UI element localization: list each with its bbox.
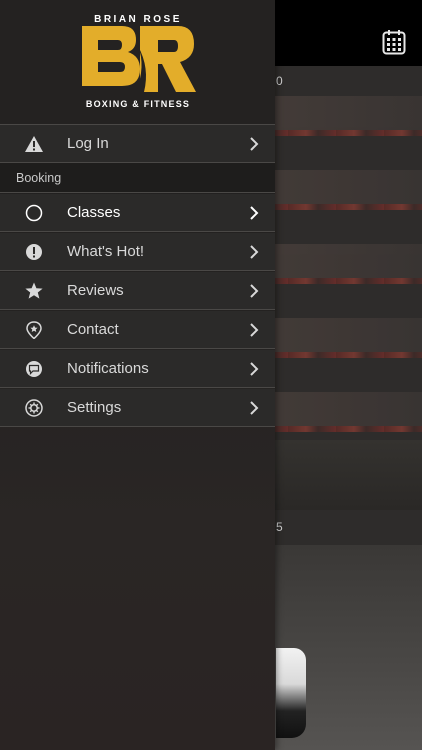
brand-name-bottom: BOXING & FITNESS [85, 99, 191, 109]
chevron-right-icon [250, 284, 259, 298]
brand-name-top: BRIAN ROSE [94, 14, 182, 25]
brand-logo[interactable]: BRIAN ROSE BOXING & FITNESS [78, 14, 198, 114]
star-icon [25, 282, 43, 299]
menu-item-whats-hot[interactable]: What's Hot! [0, 233, 275, 271]
menu-item-login[interactable]: Log In [0, 125, 275, 163]
menu-item-notifications-label: Notifications [67, 360, 149, 377]
chevron-right-icon [250, 245, 259, 259]
main-date-label-1: 0 [276, 74, 283, 88]
chevron-right-icon [250, 137, 259, 151]
chevron-right-icon [250, 362, 259, 376]
chevron-right-icon [250, 401, 259, 415]
menu-item-reviews[interactable]: Reviews [0, 272, 275, 310]
menu-item-whats-hot-label: What's Hot! [67, 243, 145, 260]
section-header-booking: Booking [0, 163, 275, 193]
chevron-right-icon [250, 206, 259, 220]
chevron-right-icon [250, 323, 259, 337]
shoe-image [276, 648, 306, 738]
side-drawer: BRIAN ROSE BOXING & FITNESS Log In Booki… [0, 0, 275, 750]
menu-item-contact[interactable]: Contact [0, 311, 275, 349]
gear-icon [25, 399, 43, 417]
location-pin-icon [26, 321, 42, 339]
main-date-label-2: 5 [276, 520, 283, 534]
menu-item-classes[interactable]: Classes [0, 194, 275, 232]
exclamation-circle-icon [26, 244, 42, 260]
warning-icon [25, 136, 43, 152]
menu-item-contact-label: Contact [67, 321, 119, 338]
menu-item-settings-label: Settings [67, 399, 122, 416]
menu-item-settings[interactable]: Settings [0, 389, 275, 427]
calendar-icon[interactable] [382, 29, 406, 55]
circle-icon [25, 204, 43, 222]
menu-item-reviews-label: Reviews [67, 282, 124, 299]
br-monogram-logo [82, 26, 196, 92]
section-header-label: Booking [16, 171, 62, 185]
menu-item-classes-label: Classes [67, 204, 121, 221]
drawer-header: BRIAN ROSE BOXING & FITNESS [0, 0, 275, 124]
menu-item-login-label: Log In [67, 135, 109, 152]
chat-bubble-icon [26, 361, 42, 377]
menu-item-notifications[interactable]: Notifications [0, 350, 275, 388]
